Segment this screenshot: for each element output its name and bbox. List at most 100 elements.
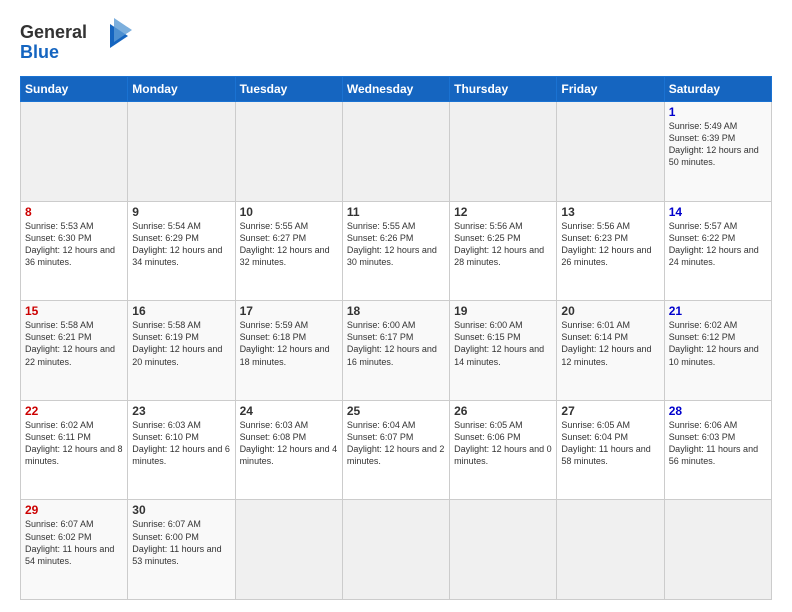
- day-number: 23: [132, 404, 230, 418]
- day-number: 19: [454, 304, 552, 318]
- day-info: Sunrise: 6:03 AMSunset: 6:10 PMDaylight:…: [132, 419, 230, 468]
- calendar-cell: 11Sunrise: 5:55 AMSunset: 6:26 PMDayligh…: [342, 201, 449, 301]
- day-info: Sunrise: 6:00 AMSunset: 6:17 PMDaylight:…: [347, 319, 445, 368]
- calendar-week-1: 8Sunrise: 5:53 AMSunset: 6:30 PMDaylight…: [21, 201, 772, 301]
- calendar-cell: 24Sunrise: 6:03 AMSunset: 6:08 PMDayligh…: [235, 400, 342, 500]
- calendar-cell: [450, 102, 557, 202]
- day-info: Sunrise: 6:05 AMSunset: 6:06 PMDaylight:…: [454, 419, 552, 468]
- calendar-cell: 19Sunrise: 6:00 AMSunset: 6:15 PMDayligh…: [450, 301, 557, 401]
- calendar-cell: 12Sunrise: 5:56 AMSunset: 6:25 PMDayligh…: [450, 201, 557, 301]
- day-info: Sunrise: 6:02 AMSunset: 6:11 PMDaylight:…: [25, 419, 123, 468]
- day-info: Sunrise: 5:58 AMSunset: 6:19 PMDaylight:…: [132, 319, 230, 368]
- col-header-saturday: Saturday: [664, 77, 771, 102]
- day-number: 22: [25, 404, 123, 418]
- calendar-cell: 9Sunrise: 5:54 AMSunset: 6:29 PMDaylight…: [128, 201, 235, 301]
- day-info: Sunrise: 5:53 AMSunset: 6:30 PMDaylight:…: [25, 220, 123, 269]
- day-info: Sunrise: 5:55 AMSunset: 6:27 PMDaylight:…: [240, 220, 338, 269]
- calendar-cell: 8Sunrise: 5:53 AMSunset: 6:30 PMDaylight…: [21, 201, 128, 301]
- calendar-cell: 29Sunrise: 6:07 AMSunset: 6:02 PMDayligh…: [21, 500, 128, 600]
- calendar-cell: [235, 500, 342, 600]
- day-info: Sunrise: 6:01 AMSunset: 6:14 PMDaylight:…: [561, 319, 659, 368]
- calendar-cell: 22Sunrise: 6:02 AMSunset: 6:11 PMDayligh…: [21, 400, 128, 500]
- calendar-cell: 17Sunrise: 5:59 AMSunset: 6:18 PMDayligh…: [235, 301, 342, 401]
- day-number: 13: [561, 205, 659, 219]
- col-header-sunday: Sunday: [21, 77, 128, 102]
- calendar-body: 1Sunrise: 5:49 AMSunset: 6:39 PMDaylight…: [21, 102, 772, 600]
- day-info: Sunrise: 6:07 AMSunset: 6:02 PMDaylight:…: [25, 518, 123, 567]
- col-header-friday: Friday: [557, 77, 664, 102]
- logo-svg: General Blue: [20, 16, 140, 66]
- day-number: 21: [669, 304, 767, 318]
- day-info: Sunrise: 5:57 AMSunset: 6:22 PMDaylight:…: [669, 220, 767, 269]
- calendar-cell: [235, 102, 342, 202]
- calendar-cell: 15Sunrise: 5:58 AMSunset: 6:21 PMDayligh…: [21, 301, 128, 401]
- day-number: 10: [240, 205, 338, 219]
- calendar-cell: 14Sunrise: 5:57 AMSunset: 6:22 PMDayligh…: [664, 201, 771, 301]
- day-info: Sunrise: 5:59 AMSunset: 6:18 PMDaylight:…: [240, 319, 338, 368]
- day-number: 9: [132, 205, 230, 219]
- header: General Blue: [20, 16, 772, 66]
- day-number: 28: [669, 404, 767, 418]
- day-number: 24: [240, 404, 338, 418]
- day-number: 12: [454, 205, 552, 219]
- day-number: 26: [454, 404, 552, 418]
- calendar-cell: 26Sunrise: 6:05 AMSunset: 6:06 PMDayligh…: [450, 400, 557, 500]
- calendar-cell: [21, 102, 128, 202]
- day-info: Sunrise: 6:07 AMSunset: 6:00 PMDaylight:…: [132, 518, 230, 567]
- day-info: Sunrise: 5:56 AMSunset: 6:25 PMDaylight:…: [454, 220, 552, 269]
- calendar-week-3: 22Sunrise: 6:02 AMSunset: 6:11 PMDayligh…: [21, 400, 772, 500]
- calendar-cell: 10Sunrise: 5:55 AMSunset: 6:27 PMDayligh…: [235, 201, 342, 301]
- day-info: Sunrise: 6:00 AMSunset: 6:15 PMDaylight:…: [454, 319, 552, 368]
- day-info: Sunrise: 6:04 AMSunset: 6:07 PMDaylight:…: [347, 419, 445, 468]
- calendar-cell: [342, 102, 449, 202]
- day-info: Sunrise: 5:54 AMSunset: 6:29 PMDaylight:…: [132, 220, 230, 269]
- calendar-cell: [450, 500, 557, 600]
- calendar-week-0: 1Sunrise: 5:49 AMSunset: 6:39 PMDaylight…: [21, 102, 772, 202]
- day-number: 30: [132, 503, 230, 517]
- day-number: 20: [561, 304, 659, 318]
- day-number: 11: [347, 205, 445, 219]
- logo-container: General Blue: [20, 16, 140, 66]
- day-number: 16: [132, 304, 230, 318]
- calendar-cell: [557, 500, 664, 600]
- day-info: Sunrise: 5:58 AMSunset: 6:21 PMDaylight:…: [25, 319, 123, 368]
- calendar-table: SundayMondayTuesdayWednesdayThursdayFrid…: [20, 76, 772, 600]
- calendar-cell: 28Sunrise: 6:06 AMSunset: 6:03 PMDayligh…: [664, 400, 771, 500]
- day-number: 29: [25, 503, 123, 517]
- day-number: 15: [25, 304, 123, 318]
- logo: General Blue: [20, 16, 140, 66]
- calendar-cell: 16Sunrise: 5:58 AMSunset: 6:19 PMDayligh…: [128, 301, 235, 401]
- calendar-cell: 27Sunrise: 6:05 AMSunset: 6:04 PMDayligh…: [557, 400, 664, 500]
- calendar-cell: [342, 500, 449, 600]
- col-header-monday: Monday: [128, 77, 235, 102]
- day-number: 1: [669, 105, 767, 119]
- calendar-cell: 18Sunrise: 6:00 AMSunset: 6:17 PMDayligh…: [342, 301, 449, 401]
- calendar-week-2: 15Sunrise: 5:58 AMSunset: 6:21 PMDayligh…: [21, 301, 772, 401]
- day-number: 25: [347, 404, 445, 418]
- day-number: 14: [669, 205, 767, 219]
- page: General Blue SundayMondayTuesdayWednesda…: [0, 0, 792, 612]
- calendar-cell: [557, 102, 664, 202]
- day-info: Sunrise: 6:05 AMSunset: 6:04 PMDaylight:…: [561, 419, 659, 468]
- day-number: 17: [240, 304, 338, 318]
- day-info: Sunrise: 6:03 AMSunset: 6:08 PMDaylight:…: [240, 419, 338, 468]
- calendar-week-4: 29Sunrise: 6:07 AMSunset: 6:02 PMDayligh…: [21, 500, 772, 600]
- col-header-tuesday: Tuesday: [235, 77, 342, 102]
- svg-text:Blue: Blue: [20, 42, 59, 62]
- day-number: 27: [561, 404, 659, 418]
- day-info: Sunrise: 6:06 AMSunset: 6:03 PMDaylight:…: [669, 419, 767, 468]
- col-header-thursday: Thursday: [450, 77, 557, 102]
- day-info: Sunrise: 6:02 AMSunset: 6:12 PMDaylight:…: [669, 319, 767, 368]
- svg-text:General: General: [20, 22, 87, 42]
- day-info: Sunrise: 5:55 AMSunset: 6:26 PMDaylight:…: [347, 220, 445, 269]
- calendar-cell: 13Sunrise: 5:56 AMSunset: 6:23 PMDayligh…: [557, 201, 664, 301]
- calendar-cell: 25Sunrise: 6:04 AMSunset: 6:07 PMDayligh…: [342, 400, 449, 500]
- calendar-cell: 30Sunrise: 6:07 AMSunset: 6:00 PMDayligh…: [128, 500, 235, 600]
- col-header-wednesday: Wednesday: [342, 77, 449, 102]
- calendar-cell: 23Sunrise: 6:03 AMSunset: 6:10 PMDayligh…: [128, 400, 235, 500]
- day-number: 8: [25, 205, 123, 219]
- day-info: Sunrise: 5:49 AMSunset: 6:39 PMDaylight:…: [669, 120, 767, 169]
- calendar-cell: 21Sunrise: 6:02 AMSunset: 6:12 PMDayligh…: [664, 301, 771, 401]
- calendar-cell: 20Sunrise: 6:01 AMSunset: 6:14 PMDayligh…: [557, 301, 664, 401]
- calendar-header-row: SundayMondayTuesdayWednesdayThursdayFrid…: [21, 77, 772, 102]
